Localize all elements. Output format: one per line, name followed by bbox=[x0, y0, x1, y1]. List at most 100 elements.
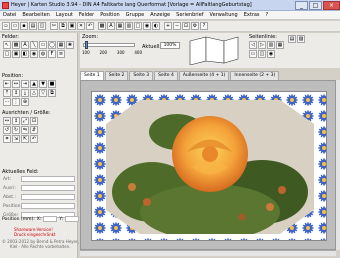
menu-serienbrief[interactable]: Serienbrief bbox=[176, 12, 203, 18]
copy-icon[interactable]: ⧉ bbox=[59, 22, 67, 30]
page-show-icon[interactable]: ◉ bbox=[267, 50, 275, 58]
text-field-icon[interactable]: A bbox=[21, 41, 29, 49]
align-center-icon[interactable]: ↔ bbox=[12, 80, 20, 88]
cut-icon[interactable]: ✂ bbox=[50, 22, 58, 30]
text-icon[interactable]: A bbox=[107, 22, 115, 30]
font-field-icon[interactable]: F bbox=[48, 50, 56, 58]
move-down-icon[interactable]: ▽ bbox=[39, 89, 47, 97]
center-page-icon[interactable]: ⊕ bbox=[21, 98, 29, 106]
menu-layout[interactable]: Layout bbox=[56, 12, 73, 18]
vertical-scrollbar[interactable] bbox=[336, 80, 340, 250]
color-field-icon[interactable]: ◉ bbox=[30, 50, 38, 58]
align-middle-icon[interactable]: ↕ bbox=[12, 89, 20, 97]
close-button[interactable]: × bbox=[323, 0, 340, 10]
tab-aussenseite[interactable]: Außenseite (4 + 1) bbox=[178, 71, 230, 80]
page-double-icon[interactable]: ◫ bbox=[258, 50, 266, 58]
flip-h-icon[interactable]: ⇋ bbox=[21, 126, 29, 134]
image-icon[interactable]: ▩ bbox=[98, 22, 106, 30]
field-abst-input[interactable] bbox=[21, 194, 75, 200]
help-icon[interactable]: ? bbox=[200, 22, 208, 30]
menu-extras[interactable]: Extras bbox=[244, 12, 260, 18]
menu-bearbeiten[interactable]: Bearbeiten bbox=[22, 12, 49, 18]
tab-innenseite[interactable]: Innenseite (2 + 3) bbox=[230, 71, 280, 80]
shadow-field-icon[interactable]: ◧ bbox=[21, 50, 29, 58]
calendar-icon[interactable]: ▦ bbox=[116, 22, 124, 30]
menu-gruppe[interactable]: Gruppe bbox=[126, 12, 145, 18]
field-position-input[interactable] bbox=[21, 203, 75, 209]
print-icon[interactable]: ▤ bbox=[29, 22, 37, 30]
page-next-icon[interactable]: ▷ bbox=[258, 41, 266, 49]
page-single-icon[interactable]: ▭ bbox=[249, 50, 257, 58]
bg-field-icon[interactable]: ▣ bbox=[12, 50, 20, 58]
zoom-in-icon[interactable]: + bbox=[164, 22, 172, 30]
reset-size-icon[interactable]: ↶ bbox=[30, 135, 38, 143]
crop-icon[interactable]: ⌗ bbox=[3, 135, 11, 143]
menu-verwaltung[interactable]: Verwaltung bbox=[210, 12, 238, 18]
rect-field-icon[interactable]: ▭ bbox=[39, 41, 47, 49]
send-back-icon[interactable]: ▼ bbox=[39, 80, 47, 88]
menu-help[interactable]: ? bbox=[266, 12, 269, 18]
bring-front-icon[interactable]: ▲ bbox=[30, 80, 38, 88]
tab-seite-4[interactable]: Seite 4 bbox=[154, 71, 178, 80]
frame-icon[interactable]: □ bbox=[134, 22, 142, 30]
distribute-v-icon[interactable]: ⋮ bbox=[12, 98, 20, 106]
menu-datei[interactable]: Datei bbox=[3, 12, 16, 18]
tab-seite-2[interactable]: Seite 2 bbox=[104, 71, 129, 80]
tab-seite-3[interactable]: Seite 3 bbox=[129, 71, 154, 80]
calendar-field-icon[interactable]: ▦ bbox=[57, 41, 65, 49]
paste-icon[interactable]: ▣ bbox=[68, 22, 76, 30]
same-size-icon[interactable]: ⤢ bbox=[21, 117, 29, 125]
view-b-icon[interactable]: ▨ bbox=[297, 35, 305, 43]
align-top-icon[interactable]: ⤒ bbox=[3, 89, 11, 97]
ellipse-field-icon[interactable]: ◯ bbox=[48, 41, 56, 49]
image-field-icon[interactable]: ▩ bbox=[12, 41, 20, 49]
menu-position[interactable]: Position bbox=[100, 12, 119, 18]
line-field-icon[interactable]: ╲ bbox=[30, 41, 38, 49]
group-icon[interactable]: ⧉ bbox=[48, 89, 56, 97]
save-icon[interactable]: ▪ bbox=[20, 22, 28, 30]
minimize-button[interactable]: _ bbox=[295, 0, 308, 10]
open-icon[interactable]: ▭ bbox=[11, 22, 19, 30]
field-art-input[interactable] bbox=[21, 176, 75, 182]
color-icon[interactable]: ◉ bbox=[143, 22, 151, 30]
rotate-right-icon[interactable]: ↻ bbox=[12, 126, 20, 134]
horizontal-scrollbar[interactable] bbox=[80, 250, 336, 256]
select-tool-icon[interactable]: ↖ bbox=[3, 41, 11, 49]
grow-icon[interactable]: ⇱ bbox=[21, 135, 29, 143]
new-icon[interactable]: ▫ bbox=[2, 22, 10, 30]
distribute-h-icon[interactable]: ⋯ bbox=[3, 98, 11, 106]
x-input[interactable] bbox=[43, 216, 58, 222]
card-page[interactable] bbox=[91, 91, 327, 241]
zoom-value[interactable]: 100% bbox=[160, 42, 180, 49]
maximize-button[interactable]: □ bbox=[309, 0, 322, 10]
frame-field-icon[interactable]: □ bbox=[3, 50, 11, 58]
zoom-slider[interactable] bbox=[83, 41, 135, 49]
rotate-left-icon[interactable]: ↺ bbox=[3, 126, 11, 134]
y-input[interactable] bbox=[65, 216, 80, 222]
align-right-icon[interactable]: ⇥ bbox=[21, 80, 29, 88]
menu-felder[interactable]: Felder bbox=[79, 12, 94, 18]
grid-icon[interactable]: ▥ bbox=[125, 22, 133, 30]
clipart-field-icon[interactable]: ❀ bbox=[66, 41, 74, 49]
preview-icon[interactable]: ◫ bbox=[38, 22, 46, 30]
align-bottom-icon[interactable]: ⤓ bbox=[21, 89, 29, 97]
shrink-icon[interactable]: ⇲ bbox=[12, 135, 20, 143]
flip-v-icon[interactable]: ⇵ bbox=[30, 126, 38, 134]
fit-icon[interactable]: ⊡ bbox=[182, 22, 190, 30]
view-a-icon[interactable]: ▤ bbox=[288, 35, 296, 43]
palette-field-icon[interactable]: ◍ bbox=[39, 50, 47, 58]
fit-page-icon[interactable]: ⊡ bbox=[30, 117, 38, 125]
field-ausri-input[interactable] bbox=[21, 185, 75, 191]
same-height-icon[interactable]: ↕ bbox=[12, 117, 20, 125]
menu-anzeige[interactable]: Anzeige bbox=[150, 12, 170, 18]
move-up-icon[interactable]: △ bbox=[30, 89, 38, 97]
page-fold-icon[interactable]: ▥ bbox=[267, 41, 275, 49]
zoom-out-icon[interactable]: − bbox=[173, 22, 181, 30]
fill-icon[interactable]: ◐ bbox=[152, 22, 160, 30]
page-grid-icon[interactable]: ▦ bbox=[276, 41, 284, 49]
design-canvas[interactable] bbox=[80, 80, 336, 250]
delete-icon[interactable]: ✕ bbox=[77, 22, 85, 30]
page-prev-icon[interactable]: ◁ bbox=[249, 41, 257, 49]
undo-icon[interactable]: ↶ bbox=[86, 22, 94, 30]
align-left-icon[interactable]: ⇤ bbox=[3, 80, 11, 88]
